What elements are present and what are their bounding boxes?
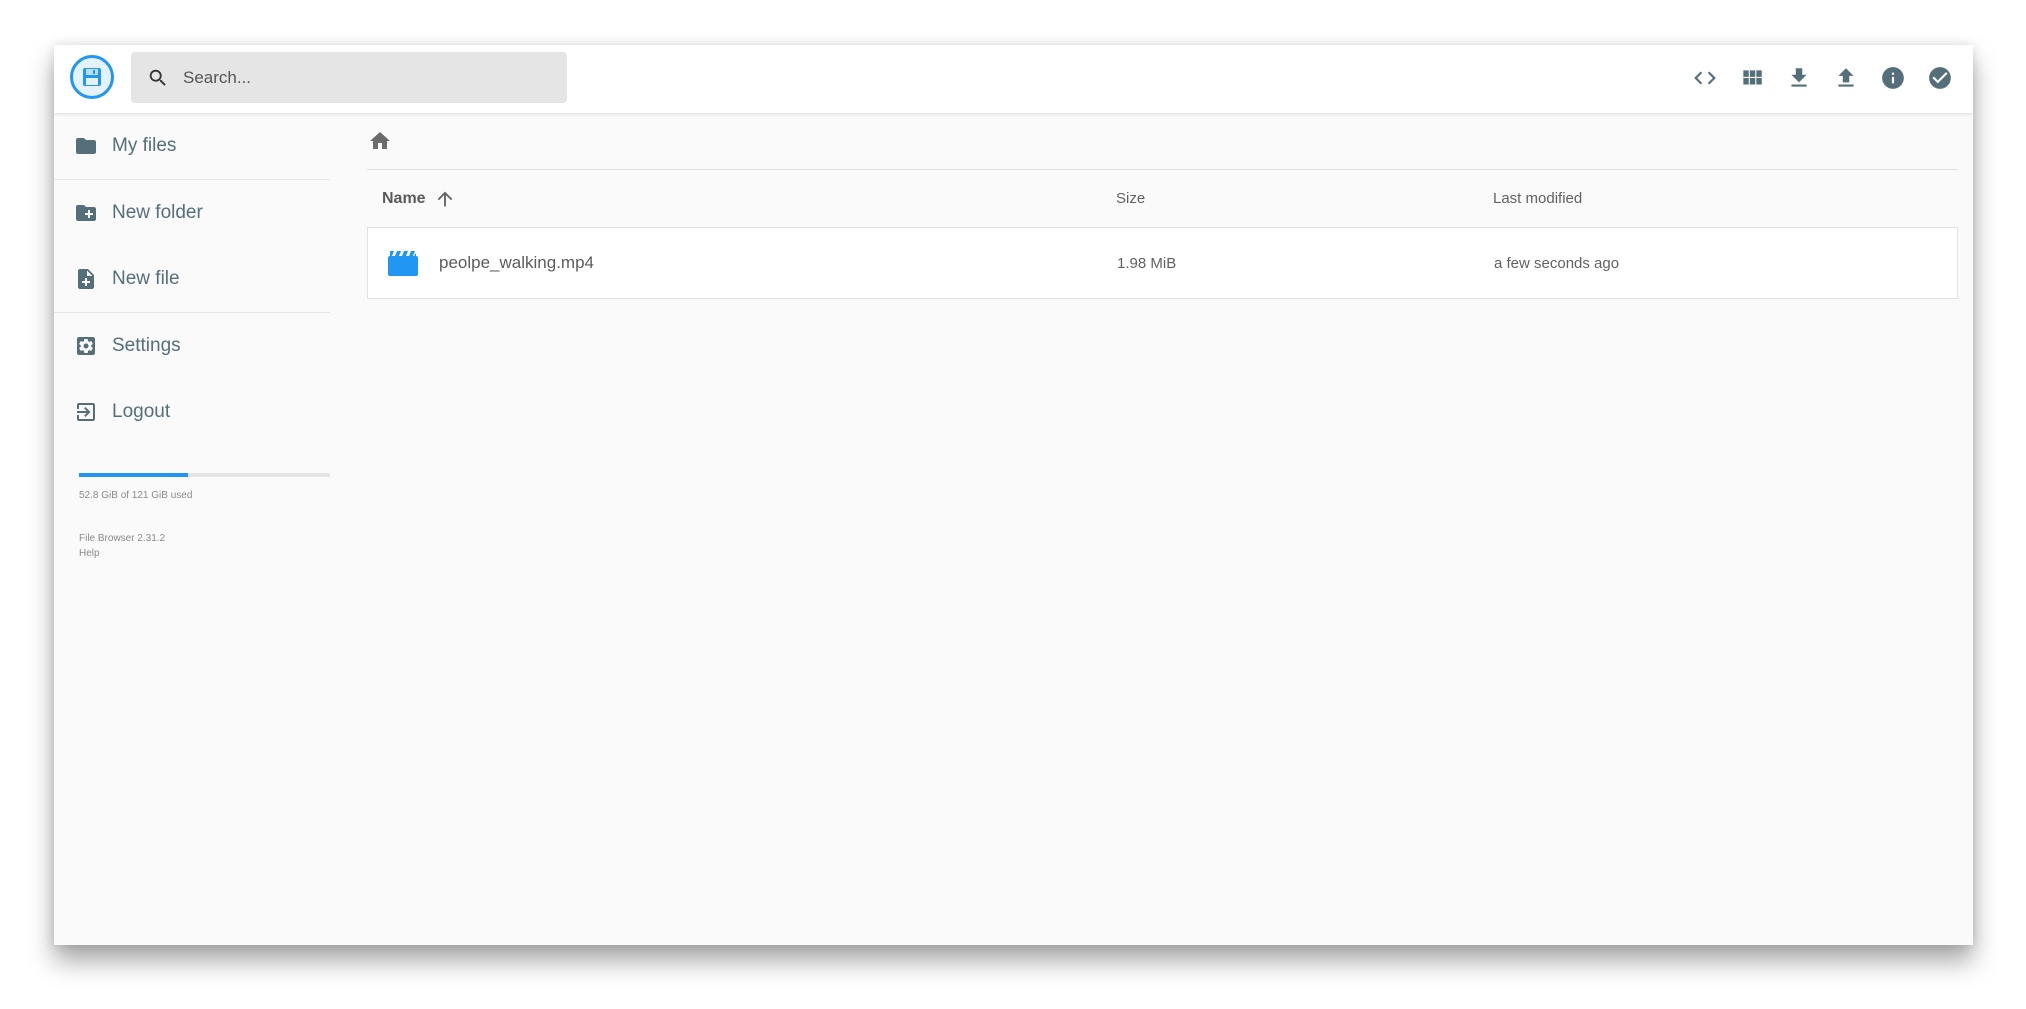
arrow-upward-icon (434, 188, 456, 210)
sidebar: My files New folder New file Settings Lo… (54, 113, 330, 945)
column-header-name[interactable]: Name (367, 188, 1116, 210)
quota-progress-fill (79, 473, 189, 477)
quota-text: 52.8 GiB of 121 GiB used (79, 490, 193, 501)
column-name-label: Name (382, 189, 426, 207)
quota-progress-bar (79, 473, 330, 477)
breadcrumb (367, 113, 1958, 170)
file-row[interactable]: peolpe_walking.mp4 1.98 MiB a few second… (367, 227, 1958, 299)
sidebar-item-new-folder[interactable]: New folder (54, 180, 330, 246)
sidebar-item-logout[interactable]: Logout (54, 379, 330, 445)
sidebar-item-my-files[interactable]: My files (54, 113, 330, 179)
code-icon[interactable] (1681, 60, 1728, 96)
exit-icon (74, 400, 98, 424)
main-content: Name Size Last modified peolpe_walking.m… (367, 113, 1958, 945)
upload-icon[interactable] (1822, 60, 1869, 96)
grid-view-icon[interactable] (1728, 60, 1775, 96)
file-name-cell: peolpe_walking.mp4 (368, 249, 1117, 277)
sidebar-item-label: New file (112, 268, 180, 289)
sidebar-item-label: Settings (112, 335, 181, 356)
version-text: File Browser 2.31.2 (79, 533, 166, 544)
file-size: 1.98 MiB (1117, 254, 1177, 272)
home-icon[interactable] (367, 128, 393, 154)
storage-quota: 52.8 GiB of 121 GiB used (79, 473, 330, 501)
file-name: peolpe_walking.mp4 (439, 253, 594, 272)
sidebar-item-settings[interactable]: Settings (54, 313, 330, 379)
info-icon[interactable] (1869, 60, 1916, 96)
credits: File Browser 2.31.2 Help (79, 531, 330, 561)
search-icon (147, 67, 169, 89)
download-icon[interactable] (1775, 60, 1822, 96)
search-input[interactable] (181, 66, 545, 89)
file-modified: a few seconds ago (1494, 254, 1620, 272)
create-new-folder-icon (74, 201, 98, 225)
help-link[interactable]: Help (79, 546, 330, 561)
search-bar[interactable] (131, 52, 567, 103)
folder-icon (74, 134, 98, 158)
file-list-header: Name Size Last modified (367, 170, 1958, 227)
sidebar-item-label: Logout (112, 401, 171, 422)
app-window: My files New folder New file Settings (54, 45, 1973, 945)
header (54, 45, 1973, 113)
column-header-size[interactable]: Size (1116, 190, 1493, 207)
check-circle-icon[interactable] (1916, 60, 1963, 96)
header-actions (1681, 60, 1963, 96)
note-add-icon (74, 267, 98, 291)
sidebar-item-label: New folder (112, 202, 203, 223)
sidebar-item-new-file[interactable]: New file (54, 246, 330, 312)
sidebar-item-label: My files (112, 135, 177, 156)
settings-icon (74, 334, 98, 358)
movie-icon (387, 249, 419, 277)
logo-icon[interactable] (70, 55, 114, 99)
column-header-modified[interactable]: Last modified (1493, 190, 1958, 207)
